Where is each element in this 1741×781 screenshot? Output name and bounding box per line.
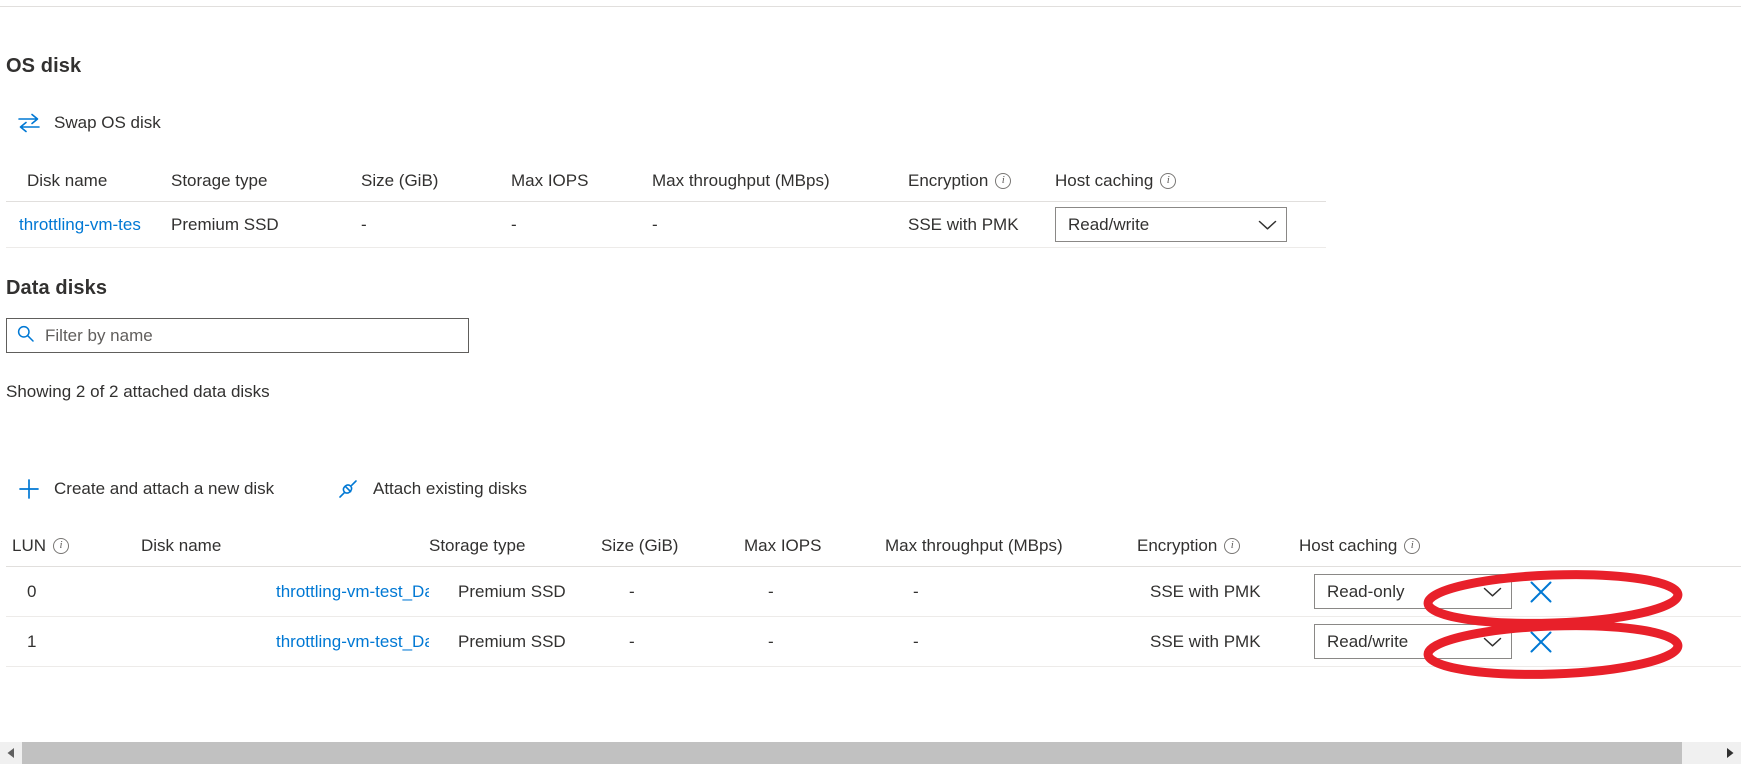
filter-by-name-input[interactable] xyxy=(43,325,458,347)
data-disk-storage-type-cell-0: Premium SSD xyxy=(429,582,601,602)
os-disk-row: throttling-vm-tes Premium SSD - - - SSE … xyxy=(6,202,1326,248)
top-divider xyxy=(0,6,1741,7)
col-header-host-caching-label: Host caching xyxy=(1055,171,1153,191)
col-header-max-iops: Max IOPS xyxy=(511,171,652,191)
delete-disk-icon-0[interactable] xyxy=(1528,579,1554,605)
os-disk-size-cell: - xyxy=(361,215,511,235)
os-disk-table: Disk name Storage type Size (GiB) Max IO… xyxy=(6,160,1326,248)
showing-count-text: Showing 2 of 2 attached data disks xyxy=(6,382,270,402)
data-encryption-info-icon[interactable]: i xyxy=(1224,538,1240,554)
scrollbar-track[interactable] xyxy=(22,742,1719,764)
os-disk-host-caching-value: Read/write xyxy=(1068,215,1149,235)
col-header-disk-name: Disk name xyxy=(6,171,171,191)
attach-existing-disks-button[interactable]: Attach existing disks xyxy=(336,477,527,501)
swap-os-disk-label: Swap OS disk xyxy=(54,113,161,133)
data-disk-host-caching-cell-1: Read/write xyxy=(1299,624,1589,659)
data-host-caching-info-icon[interactable]: i xyxy=(1404,538,1420,554)
lun-info-icon[interactable]: i xyxy=(53,538,69,554)
col-header-data-max-iops: Max IOPS xyxy=(744,536,885,556)
scrollbar-thumb[interactable] xyxy=(22,742,1682,764)
os-disk-encryption-cell: SSE with PMK xyxy=(908,215,1055,235)
os-disk-name-cell: throttling-vm-tes xyxy=(6,215,171,235)
col-header-data-size: Size (GiB) xyxy=(601,536,744,556)
host-caching-info-icon[interactable]: i xyxy=(1160,173,1176,189)
horizontal-scrollbar[interactable] xyxy=(0,742,1741,764)
os-disk-max-throughput-cell: - xyxy=(652,215,908,235)
chevron-down-icon xyxy=(1483,586,1502,598)
swap-icon xyxy=(17,112,41,134)
col-header-data-host-caching-label: Host caching xyxy=(1299,536,1397,556)
col-header-data-encryption-label: Encryption xyxy=(1137,536,1217,556)
delete-disk-icon-1[interactable] xyxy=(1528,629,1554,655)
data-disk-host-caching-cell-0: Read-only xyxy=(1299,574,1589,609)
plug-connector-icon xyxy=(336,477,360,501)
plus-icon xyxy=(17,477,41,501)
chevron-down-icon xyxy=(1483,636,1502,648)
data-disk-name-cell-0: throttling-vm-test_DataDisk_0 xyxy=(141,582,429,602)
attach-existing-disks-label: Attach existing disks xyxy=(373,479,527,499)
table-row: 0 throttling-vm-test_DataDisk_0 Premium … xyxy=(6,567,1741,617)
data-disk-encryption-cell-0: SSE with PMK xyxy=(1137,582,1299,602)
data-disk-max-iops-cell-0: - xyxy=(744,582,885,602)
data-disks-table: LUN i Disk name Storage type Size (GiB) … xyxy=(6,525,1741,667)
col-header-data-max-throughput: Max throughput (MBps) xyxy=(885,536,1137,556)
data-disk-name-link-0[interactable]: throttling-vm-test_DataDisk_0 xyxy=(276,582,429,601)
col-header-host-caching: Host caching i xyxy=(1055,171,1235,191)
col-header-lun: LUN i xyxy=(6,536,141,556)
chevron-down-icon xyxy=(1258,219,1277,231)
col-header-encryption: Encryption i xyxy=(908,171,1055,191)
col-header-data-storage-type: Storage type xyxy=(429,536,601,556)
data-disk-host-caching-value-0: Read-only xyxy=(1327,582,1405,602)
col-header-encryption-label: Encryption xyxy=(908,171,988,191)
col-header-max-throughput: Max throughput (MBps) xyxy=(652,171,908,191)
os-disk-table-header: Disk name Storage type Size (GiB) Max IO… xyxy=(6,160,1326,202)
data-disk-name-link-1[interactable]: throttling-vm-test_DataDisk_1 xyxy=(276,632,429,651)
col-header-storage-type: Storage type xyxy=(171,171,361,191)
os-disk-name-link[interactable]: throttling-vm-tes xyxy=(19,215,141,234)
data-disk-max-throughput-cell-0: - xyxy=(885,582,1137,602)
scroll-left-arrow-icon[interactable] xyxy=(0,742,22,764)
os-disk-host-caching-cell: Read/write xyxy=(1055,207,1295,242)
os-disk-storage-type-cell: Premium SSD xyxy=(171,215,361,235)
col-header-lun-label: LUN xyxy=(12,536,46,556)
create-and-attach-disk-button[interactable]: Create and attach a new disk xyxy=(17,477,274,501)
data-disk-storage-type-cell-1: Premium SSD xyxy=(429,632,601,652)
data-disk-size-cell-1: - xyxy=(601,632,744,652)
table-row: 1 throttling-vm-test_DataDisk_1 Premium … xyxy=(6,617,1741,667)
os-disk-max-iops-cell: - xyxy=(511,215,652,235)
data-disks-heading: Data disks xyxy=(6,277,107,300)
data-disk-max-iops-cell-1: - xyxy=(744,632,885,652)
create-and-attach-disk-label: Create and attach a new disk xyxy=(54,479,274,499)
scroll-right-arrow-icon[interactable] xyxy=(1719,742,1741,764)
col-header-data-host-caching: Host caching i xyxy=(1299,536,1499,556)
os-disk-host-caching-dropdown[interactable]: Read/write xyxy=(1055,207,1287,242)
data-disk-size-cell-0: - xyxy=(601,582,744,602)
data-disk-lun-cell-0: 0 xyxy=(6,582,141,602)
data-disk-host-caching-dropdown-1[interactable]: Read/write xyxy=(1314,624,1512,659)
search-icon xyxy=(17,325,34,347)
encryption-info-icon[interactable]: i xyxy=(995,173,1011,189)
data-disk-host-caching-dropdown-0[interactable]: Read-only xyxy=(1314,574,1512,609)
col-header-data-disk-name: Disk name xyxy=(141,536,429,556)
data-disks-table-header: LUN i Disk name Storage type Size (GiB) … xyxy=(6,525,1741,567)
data-disk-lun-cell-1: 1 xyxy=(6,632,141,652)
col-header-data-encryption: Encryption i xyxy=(1137,536,1299,556)
os-disk-heading: OS disk xyxy=(6,55,81,78)
col-header-size: Size (GiB) xyxy=(361,171,511,191)
swap-os-disk-button[interactable]: Swap OS disk xyxy=(17,112,161,134)
data-disk-max-throughput-cell-1: - xyxy=(885,632,1137,652)
filter-search-box[interactable] xyxy=(6,318,469,353)
data-disk-host-caching-value-1: Read/write xyxy=(1327,632,1408,652)
data-disk-name-cell-1: throttling-vm-test_DataDisk_1 xyxy=(141,632,429,652)
data-disk-encryption-cell-1: SSE with PMK xyxy=(1137,632,1299,652)
disks-blade: OS disk Swap OS disk Disk name Storage t… xyxy=(0,0,1741,781)
